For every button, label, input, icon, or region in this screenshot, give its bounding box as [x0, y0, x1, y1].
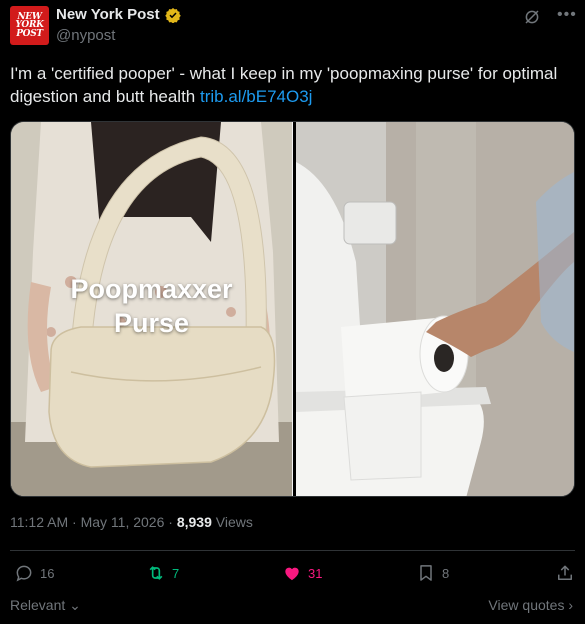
views-count: 8,939 — [176, 514, 212, 530]
reply-icon — [16, 565, 32, 582]
relevant-dropdown[interactable]: Relevant ⌄ — [10, 597, 81, 614]
media-image-toilet[interactable] — [296, 122, 574, 496]
media-image-purse[interactable]: Poopmaxxer Purse — [11, 122, 292, 496]
repost-icon — [149, 566, 163, 580]
verified-badge-icon — [164, 7, 181, 23]
actions-divider — [10, 550, 575, 551]
author-name-row: New York Post — [56, 6, 181, 23]
repost-count: 7 — [172, 565, 180, 581]
like-count: 31 — [308, 565, 323, 581]
bookmark-button[interactable]: 8 — [416, 563, 449, 583]
more-options-icon[interactable]: ••• — [557, 7, 576, 26]
like-button[interactable]: 31 — [282, 563, 322, 583]
meta-separator-2: · — [168, 514, 173, 530]
author-handle[interactable]: @nypost — [56, 27, 115, 44]
views-label: Views — [215, 514, 253, 530]
tweet-media[interactable]: Poopmaxxer Purse — [10, 121, 575, 497]
grok-icon[interactable] — [523, 8, 541, 26]
tweet-link[interactable]: trib.al/bE74O3j — [200, 87, 312, 106]
tweet-header: NEW YORK POST New York Post @nypost ••• — [8, 6, 577, 48]
media-divider — [292, 122, 293, 496]
share-icon — [558, 565, 572, 580]
toilet-illustration — [296, 122, 574, 496]
view-quotes-label: View quotes — [488, 597, 565, 613]
reply-button[interactable]: 16 — [14, 563, 54, 583]
overlay-line-2: Purse — [113, 308, 190, 338]
bookmark-icon — [420, 565, 432, 581]
view-quotes-link[interactable]: View quotes › — [488, 597, 573, 613]
tweet-time[interactable]: 11:12 AM — [10, 514, 68, 530]
chevron-down-icon: ⌄ — [69, 597, 81, 613]
tweet-meta: 11:12 AM · May 11, 2026 · 8,939 Views — [10, 514, 253, 530]
tweet-footer: Relevant ⌄ View quotes › — [10, 597, 573, 617]
avatar-logo-text: NEW YORK POST — [15, 11, 44, 39]
relevant-label: Relevant — [10, 597, 66, 613]
overlay-line-1: Poopmaxxer — [70, 274, 233, 304]
avatar[interactable]: NEW YORK POST — [10, 6, 49, 45]
repost-button[interactable]: 7 — [146, 563, 179, 583]
media-overlay-text: Poopmaxxer Purse — [11, 272, 292, 340]
chevron-right-icon: › — [568, 597, 573, 613]
heart-icon — [285, 567, 299, 581]
share-button[interactable] — [555, 563, 575, 583]
action-bar: 16 7 31 8 — [10, 563, 575, 585]
author-name[interactable]: New York Post — [56, 6, 160, 23]
bookmark-count: 8 — [442, 565, 450, 581]
tweet-text: I'm a 'certified pooper' - what I keep i… — [10, 62, 575, 108]
reply-count: 16 — [40, 565, 55, 581]
meta-separator-1: · — [72, 514, 77, 530]
tweet-date[interactable]: May 11, 2026 — [81, 514, 165, 530]
